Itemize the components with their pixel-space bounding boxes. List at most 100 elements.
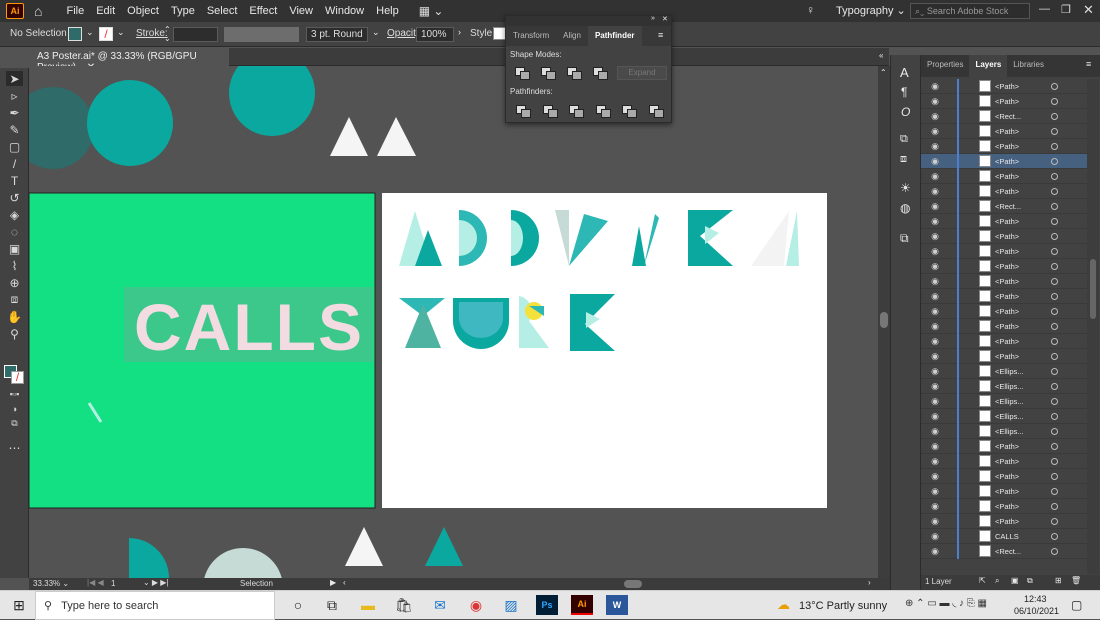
expand-button[interactable]: Expand — [617, 66, 667, 80]
visibility-eye-icon[interactable]: ◉ — [927, 546, 943, 557]
teal-circle-top[interactable] — [229, 66, 315, 136]
layers-scrollbar[interactable] — [1087, 79, 1099, 574]
target-icon[interactable] — [1051, 397, 1058, 405]
stroke-dropdown-icon[interactable]: ⌄ — [117, 27, 125, 38]
layer-row[interactable]: ◉ <Path> — [921, 468, 1087, 484]
menu-select[interactable]: Select — [201, 5, 244, 17]
layer-name[interactable]: <Path> — [995, 157, 1043, 166]
visibility-eye-icon[interactable]: ◉ — [927, 96, 943, 107]
target-icon[interactable] — [1051, 127, 1058, 135]
merge-button[interactable] — [569, 105, 584, 118]
layer-name[interactable]: <Path> — [995, 82, 1043, 91]
menu-edit[interactable]: Edit — [90, 5, 121, 17]
layer-row[interactable]: ◉ <Path> — [921, 303, 1087, 319]
target-icon[interactable] — [1051, 502, 1058, 510]
tab-transform[interactable]: Transform — [506, 26, 556, 46]
scroll-right-icon[interactable]: › — [868, 578, 871, 587]
artboard-nav-next-icon[interactable]: ⌄ ▶ ▶| — [143, 578, 169, 587]
document-tab[interactable]: A3 Poster.ai* @ 33.33% (RGB/GPU Preview)… — [29, 48, 229, 73]
stroke-weight-stepper[interactable]: ⌃ ⌄ — [164, 25, 171, 43]
draw-mode-icon[interactable]: ◑ — [6, 401, 23, 416]
photoshop-icon[interactable]: Ps — [536, 595, 558, 615]
screen-mode-icon[interactable]: ⧉ — [6, 416, 23, 431]
layer-name[interactable]: <Path> — [995, 442, 1043, 451]
paintbrush-tool-icon[interactable]: / — [6, 156, 23, 171]
graphic-styles-panel-icon[interactable]: ◍ — [900, 201, 910, 215]
visibility-eye-icon[interactable]: ◉ — [927, 231, 943, 242]
layer-name[interactable]: <Ellips... — [995, 397, 1043, 406]
layer-name[interactable]: <Ellips... — [995, 412, 1043, 421]
artboards-panel-icon[interactable]: ⧉ — [900, 231, 909, 246]
target-icon[interactable] — [1051, 172, 1058, 180]
visibility-eye-icon[interactable]: ◉ — [927, 516, 943, 527]
layer-row[interactable]: ◉ <Path> — [921, 273, 1087, 289]
target-icon[interactable] — [1051, 457, 1058, 465]
collapse-panels-icon[interactable]: « — [879, 51, 883, 60]
tab-pathfinder[interactable]: Pathfinder — [587, 26, 642, 46]
layer-row[interactable]: ◉ <Path> — [921, 348, 1087, 364]
layer-row[interactable]: ◉ <Path> — [921, 498, 1087, 514]
scroll-left-icon[interactable]: ‹ — [343, 578, 346, 587]
stroke-swatch[interactable]: / — [99, 27, 113, 41]
lightbulb-icon[interactable]: ♀ — [806, 3, 815, 17]
target-icon[interactable] — [1051, 277, 1058, 285]
stock-search-field[interactable]: ⌕⌄ Search Adobe Stock — [910, 3, 1030, 19]
collapse-icon[interactable]: » — [651, 15, 655, 22]
photos-icon[interactable]: ▨ — [500, 595, 522, 615]
visibility-eye-icon[interactable]: ◉ — [927, 351, 943, 362]
layer-name[interactable]: <Path> — [995, 247, 1043, 256]
layers-scroll-thumb[interactable] — [1090, 259, 1096, 319]
hand-tool-icon[interactable]: ✋ — [6, 309, 23, 324]
character-panel-icon[interactable]: A — [900, 65, 909, 80]
layer-name[interactable]: <Path> — [995, 232, 1043, 241]
visibility-eye-icon[interactable]: ◉ — [927, 261, 943, 272]
layer-row[interactable]: ◉ <Rect... — [921, 108, 1087, 124]
layer-row[interactable]: ◉ <Path> — [921, 333, 1087, 349]
layer-row[interactable]: ◉ <Path> — [921, 288, 1087, 304]
teal-triangle-bottom[interactable] — [425, 527, 463, 566]
chrome-icon[interactable]: ◉ — [465, 595, 487, 615]
stroke-label[interactable]: Stroke: — [136, 28, 168, 39]
layer-name[interactable]: <Path> — [995, 337, 1043, 346]
target-icon[interactable] — [1051, 262, 1058, 270]
layer-name[interactable]: <Path> — [995, 457, 1043, 466]
layer-name[interactable]: <Path> — [995, 292, 1043, 301]
paragraph-panel-icon[interactable]: ¶ — [901, 85, 907, 99]
weather-icon[interactable]: ☁ — [777, 597, 790, 613]
visibility-eye-icon[interactable]: ◉ — [927, 381, 943, 392]
visibility-eye-icon[interactable]: ◉ — [927, 501, 943, 512]
word-icon[interactable]: W — [606, 595, 628, 615]
tab-align[interactable]: Align — [556, 26, 588, 46]
mail-icon[interactable]: ✉ — [429, 595, 451, 615]
layer-row[interactable]: ◉ <Rect... — [921, 543, 1087, 559]
target-icon[interactable] — [1051, 307, 1058, 315]
visibility-eye-icon[interactable]: ◉ — [927, 201, 943, 212]
layer-name[interactable]: <Path> — [995, 322, 1043, 331]
visibility-eye-icon[interactable]: ◉ — [927, 321, 943, 332]
locate-object-icon[interactable]: ⌕ — [995, 576, 999, 586]
visibility-eye-icon[interactable]: ◉ — [927, 456, 943, 467]
glyphs-panel-icon[interactable]: ⧉ — [900, 133, 908, 146]
layer-row[interactable]: ◉ <Path> — [921, 438, 1087, 454]
layer-row[interactable]: ◉ <Ellips... — [921, 393, 1087, 409]
menu-window[interactable]: Window — [319, 5, 370, 17]
artboard-tool-icon[interactable]: ⧈ — [6, 292, 23, 307]
visibility-eye-icon[interactable]: ◉ — [927, 336, 943, 347]
new-sublayer-icon[interactable]: ⧉ — [1027, 576, 1033, 586]
visibility-eye-icon[interactable]: ◉ — [927, 81, 943, 92]
target-icon[interactable] — [1051, 382, 1058, 390]
zoom-tool-icon[interactable]: ⚲ — [6, 326, 23, 341]
layer-row[interactable]: ◉ <Rect... — [921, 198, 1087, 214]
shape-builder-tool-icon[interactable]: ⊕ — [6, 275, 23, 290]
dark-teal-circle[interactable] — [29, 87, 94, 169]
exclude-button[interactable] — [593, 67, 608, 80]
layer-row[interactable]: ◉ <Path> — [921, 183, 1087, 199]
layer-row[interactable]: ◉ <Ellips... — [921, 423, 1087, 439]
gradient-tool-icon[interactable]: ▣ — [6, 241, 23, 256]
visibility-eye-icon[interactable]: ◉ — [927, 471, 943, 482]
layer-name[interactable]: <Rect... — [995, 112, 1043, 121]
layer-row[interactable]: ◉ <Path> — [921, 228, 1087, 244]
close-panel-icon[interactable]: ✕ — [662, 15, 668, 23]
layer-name[interactable]: <Ellips... — [995, 367, 1043, 376]
layer-name[interactable]: <Ellips... — [995, 427, 1043, 436]
